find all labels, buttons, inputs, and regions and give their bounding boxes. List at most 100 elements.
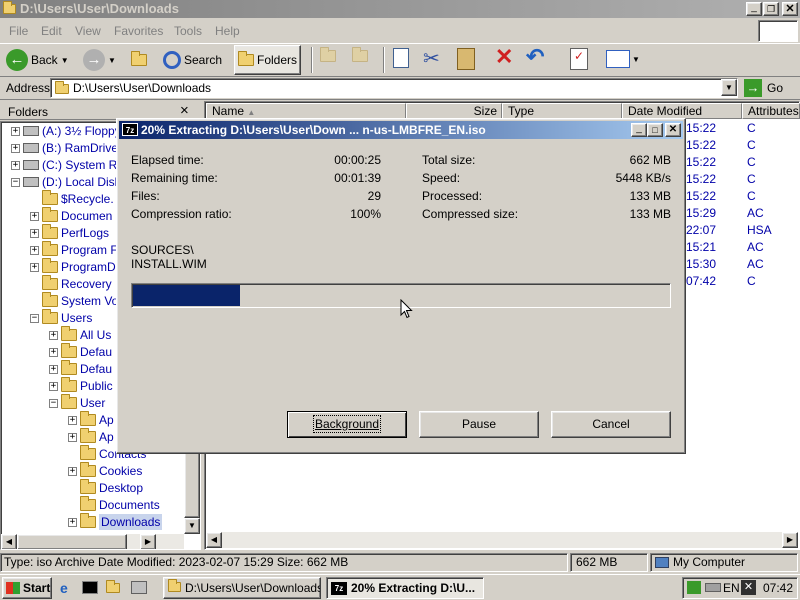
expand-icon[interactable]: + (49, 364, 58, 374)
scroll-right-button[interactable]: ▶ (782, 532, 798, 548)
dialog-maximize-button[interactable]: □ (647, 123, 663, 137)
explorer-icon[interactable] (106, 580, 120, 596)
tree-item[interactable]: + Public (49, 377, 113, 394)
expand-icon[interactable]: + (30, 228, 39, 238)
folders-button[interactable]: Folders (234, 45, 302, 75)
expand-icon[interactable]: + (11, 126, 20, 136)
pause-button[interactable]: Pause (419, 411, 539, 438)
address-input[interactable]: D:\Users\User\Downloads ▼ (50, 78, 738, 98)
volume-muted-icon[interactable]: ✕ (741, 580, 756, 595)
menu-edit[interactable]: Edit (41, 24, 62, 38)
tree-item[interactable]: + Cookies (68, 462, 142, 479)
search-button[interactable]: Search (160, 45, 225, 75)
move-to-icon[interactable] (320, 47, 342, 70)
tree-item[interactable]: + All Us (49, 326, 111, 343)
tree-item[interactable]: Documents (68, 496, 160, 513)
maximize-button[interactable]: ❐ (763, 2, 779, 16)
cancel-button[interactable]: Cancel (551, 411, 671, 438)
tree-item[interactable]: + Downloads (68, 513, 163, 530)
tree-item[interactable]: System Vo (30, 292, 118, 309)
scroll-left-button[interactable]: ◀ (206, 532, 222, 548)
expand-icon[interactable]: + (30, 262, 39, 272)
tree-item[interactable]: − Users (30, 309, 92, 326)
scroll-down-button[interactable]: ▼ (184, 518, 200, 534)
dropdown-arrow-icon[interactable]: ▼ (632, 55, 640, 64)
tree-horizontal-scrollbar[interactable]: ◀ ▶ (1, 534, 184, 549)
tree-item[interactable]: + Ap (68, 428, 114, 445)
go-button[interactable]: → Go (744, 79, 783, 97)
column-header-name[interactable]: Name ▲ (206, 103, 406, 119)
menu-tools[interactable]: Tools (174, 24, 202, 38)
folders-pane-close-icon[interactable]: × (180, 102, 189, 119)
scroll-thumb[interactable] (17, 534, 127, 549)
collapse-icon[interactable]: − (11, 177, 20, 187)
expand-icon[interactable]: + (68, 432, 77, 442)
expand-icon[interactable]: + (68, 466, 77, 476)
dialog-minimize-button[interactable]: _ (631, 123, 647, 137)
tree-item[interactable]: + (A:) 3½ Floppy (11, 123, 121, 139)
cmd-icon[interactable] (82, 581, 98, 594)
start-button[interactable]: Start (2, 577, 52, 599)
expand-icon[interactable]: + (11, 143, 20, 153)
cut-icon[interactable]: ✂ (423, 46, 440, 71)
tree-item[interactable]: + Defau (49, 360, 112, 377)
column-header-attributes[interactable]: Attributes (742, 103, 800, 119)
expand-icon[interactable]: + (68, 415, 77, 425)
expand-icon[interactable]: + (30, 211, 39, 221)
copy-icon[interactable] (393, 48, 409, 68)
tree-item[interactable]: + (B:) RamDrive (11, 140, 118, 156)
network-icon[interactable] (687, 581, 701, 594)
taskbar-7zip-button[interactable]: 7z 20% Extracting D:\U... (326, 577, 484, 599)
tree-item[interactable]: + Program F (30, 241, 118, 258)
desktop-icon[interactable] (131, 581, 147, 594)
expand-icon[interactable]: + (30, 245, 39, 255)
window-titlebar[interactable]: D:\Users\User\Downloads _ ❐ ✕ (0, 0, 800, 18)
expand-icon[interactable]: + (49, 347, 58, 357)
menu-view[interactable]: View (75, 24, 101, 38)
tree-item[interactable]: + Ap (68, 411, 114, 428)
usb-icon[interactable] (705, 583, 721, 592)
up-folder-button[interactable] (125, 45, 153, 75)
collapse-icon[interactable]: − (49, 398, 58, 408)
list-horizontal-scrollbar[interactable]: ◀ ▶ (206, 532, 798, 548)
tree-item[interactable]: + PerfLogs (30, 224, 109, 241)
collapse-icon[interactable]: − (30, 313, 39, 323)
properties-icon[interactable]: ✓ (570, 48, 588, 70)
expand-icon[interactable]: + (49, 381, 58, 391)
scroll-right-button[interactable]: ▶ (140, 534, 156, 549)
minimize-button[interactable]: _ (746, 2, 762, 16)
scroll-left-button[interactable]: ◀ (1, 534, 17, 549)
paste-icon[interactable] (457, 48, 475, 70)
close-button[interactable]: ✕ (782, 2, 798, 16)
tree-item[interactable]: Recovery (30, 275, 112, 292)
column-header-size[interactable]: Size (406, 103, 502, 119)
tree-item[interactable]: $Recycle. (30, 190, 114, 207)
background-button[interactable]: Background (287, 411, 407, 438)
views-icon[interactable] (606, 50, 630, 68)
tree-item[interactable]: + Defau (49, 343, 112, 360)
column-header-type[interactable]: Type (502, 103, 622, 119)
dialog-titlebar[interactable]: 7z 20% Extracting D:\Users\User\Down ...… (119, 121, 683, 139)
tree-item[interactable]: + (C:) System Re (11, 157, 124, 173)
address-dropdown-button[interactable]: ▼ (721, 79, 737, 96)
menu-file[interactable]: File (9, 24, 28, 38)
dialog-close-button[interactable]: ✕ (665, 123, 681, 137)
delete-icon[interactable]: ✕ (495, 44, 513, 70)
expand-icon[interactable]: + (49, 330, 58, 340)
column-header-date[interactable]: Date Modified (622, 103, 742, 119)
tree-item[interactable]: Desktop (68, 479, 143, 496)
copy-to-icon[interactable] (352, 47, 374, 70)
menu-help[interactable]: Help (215, 24, 240, 38)
tree-item[interactable]: + ProgramD (30, 258, 116, 275)
back-button[interactable]: ← Back ▼ (3, 45, 72, 75)
menu-favorites[interactable]: Favorites (114, 24, 163, 38)
ie-icon[interactable]: e (60, 580, 68, 596)
tree-item[interactable]: − User (49, 394, 105, 411)
language-indicator[interactable]: EN (723, 581, 740, 595)
forward-button[interactable]: → ▼ (80, 45, 119, 75)
expand-icon[interactable]: + (68, 517, 77, 527)
tree-item[interactable]: − (D:) Local Disk (11, 174, 121, 190)
tree-item[interactable]: + Documen (30, 207, 112, 224)
taskbar-explorer-button[interactable]: D:\Users\User\Downloads (163, 577, 321, 599)
undo-icon[interactable]: ↶ (526, 44, 544, 70)
